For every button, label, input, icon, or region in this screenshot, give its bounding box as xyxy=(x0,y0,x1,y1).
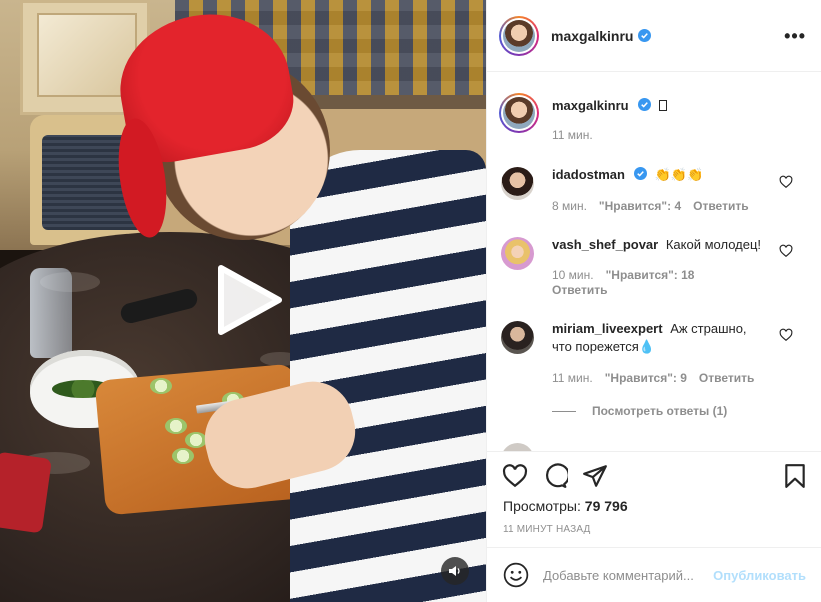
views-count: Просмотры: 79 796 xyxy=(503,498,628,514)
comment-time: 11 мин. xyxy=(552,371,593,385)
comment-meta: 8 мин. "Нравится": 4 Ответить xyxy=(552,199,761,213)
caption-username[interactable]: maxgalkinru xyxy=(552,98,629,113)
comment-text: idadostman 👏👏👏 xyxy=(552,166,777,184)
commenter-avatar[interactable] xyxy=(501,443,534,451)
heart-icon[interactable] xyxy=(502,463,528,489)
verified-badge-icon xyxy=(633,167,647,180)
bookmark-icon[interactable] xyxy=(782,463,808,489)
verified-badge-icon xyxy=(637,98,651,111)
comment-icon[interactable] xyxy=(542,463,568,489)
reply-button[interactable]: Ответить xyxy=(699,371,754,385)
comment-likes[interactable]: "Нравится": 4 xyxy=(599,199,681,213)
comment-item-partial xyxy=(487,441,821,451)
comment-body: 👏👏👏 xyxy=(654,167,704,182)
comment-body: Какой молодец! xyxy=(665,237,762,252)
post-panel: maxgalkinru ••• maxgalkinru 11 мин. idad… xyxy=(486,0,821,602)
comment-likes[interactable]: "Нравится": 9 xyxy=(605,371,687,385)
caption-emoji-glyph xyxy=(659,100,668,111)
reply-button[interactable]: Ответить xyxy=(693,199,748,213)
add-comment-bar: Опубликовать xyxy=(487,547,821,602)
play-icon[interactable] xyxy=(213,264,283,336)
reply-button[interactable]: Ответить xyxy=(552,283,607,297)
publish-button[interactable]: Опубликовать xyxy=(713,568,806,583)
post-actions: Просмотры: 79 796 11 МИНУТ НАЗАД xyxy=(487,451,821,551)
commenter-avatar[interactable] xyxy=(501,237,534,270)
water-bottle xyxy=(30,268,72,358)
comment-input[interactable] xyxy=(543,567,714,583)
comment-meta: 11 мин. "Нравится": 9 Ответить xyxy=(552,371,766,385)
post-header: maxgalkinru ••• xyxy=(487,0,821,72)
video-player[interactable] xyxy=(0,0,486,602)
cucumber-slice xyxy=(150,378,172,394)
caption-text: maxgalkinru xyxy=(552,97,777,115)
post-timestamp: 11 МИНУТ НАЗАД xyxy=(503,524,591,535)
caption-avatar[interactable] xyxy=(499,93,539,133)
heart-icon[interactable] xyxy=(779,244,793,258)
comment-username[interactable]: vash_shef_povar xyxy=(552,237,658,252)
heart-icon[interactable] xyxy=(779,328,793,342)
cucumber-slice xyxy=(172,448,194,464)
views-value: 79 796 xyxy=(584,498,628,514)
cucumber-slice xyxy=(165,418,187,434)
caption-time: 11 мин. xyxy=(552,128,593,142)
header-username[interactable]: maxgalkinru xyxy=(551,28,633,44)
heart-icon[interactable] xyxy=(779,175,793,189)
comment-username[interactable]: idadostman xyxy=(552,167,625,182)
comment-likes[interactable]: "Нравится": 18 xyxy=(606,268,695,282)
more-options-button[interactable]: ••• xyxy=(784,27,806,45)
comment-text: miriam_liveexpert Аж страшно, что пореже… xyxy=(552,320,757,356)
verified-badge-icon xyxy=(638,29,652,42)
boy-striped-shirt xyxy=(290,150,486,602)
comment-time: 8 мин. xyxy=(552,199,587,213)
view-replies-button[interactable]: Посмотреть ответы (1) xyxy=(552,404,727,418)
comment-time: 10 мин. xyxy=(552,268,594,282)
views-label: Просмотры: xyxy=(503,498,581,514)
replies-divider xyxy=(552,410,576,412)
comment-text: vash_shef_povar Какой молодец! xyxy=(552,236,777,254)
send-icon[interactable] xyxy=(582,463,608,489)
caption-meta: 11 мин. xyxy=(552,128,605,142)
commenter-avatar[interactable] xyxy=(501,321,534,354)
comment-username[interactable]: miriam_liveexpert xyxy=(552,321,663,336)
comment-meta: 10 мин. "Нравится": 18 Ответить xyxy=(552,268,752,298)
emoji-icon[interactable] xyxy=(503,562,529,588)
avatar[interactable] xyxy=(499,15,539,56)
view-replies-label: Посмотреть ответы (1) xyxy=(592,404,728,418)
speaker-icon[interactable] xyxy=(441,557,469,585)
comments-list[interactable]: maxgalkinru 11 мин. idadostman 👏👏👏 8 мин… xyxy=(487,73,821,451)
commenter-avatar[interactable] xyxy=(501,167,534,200)
